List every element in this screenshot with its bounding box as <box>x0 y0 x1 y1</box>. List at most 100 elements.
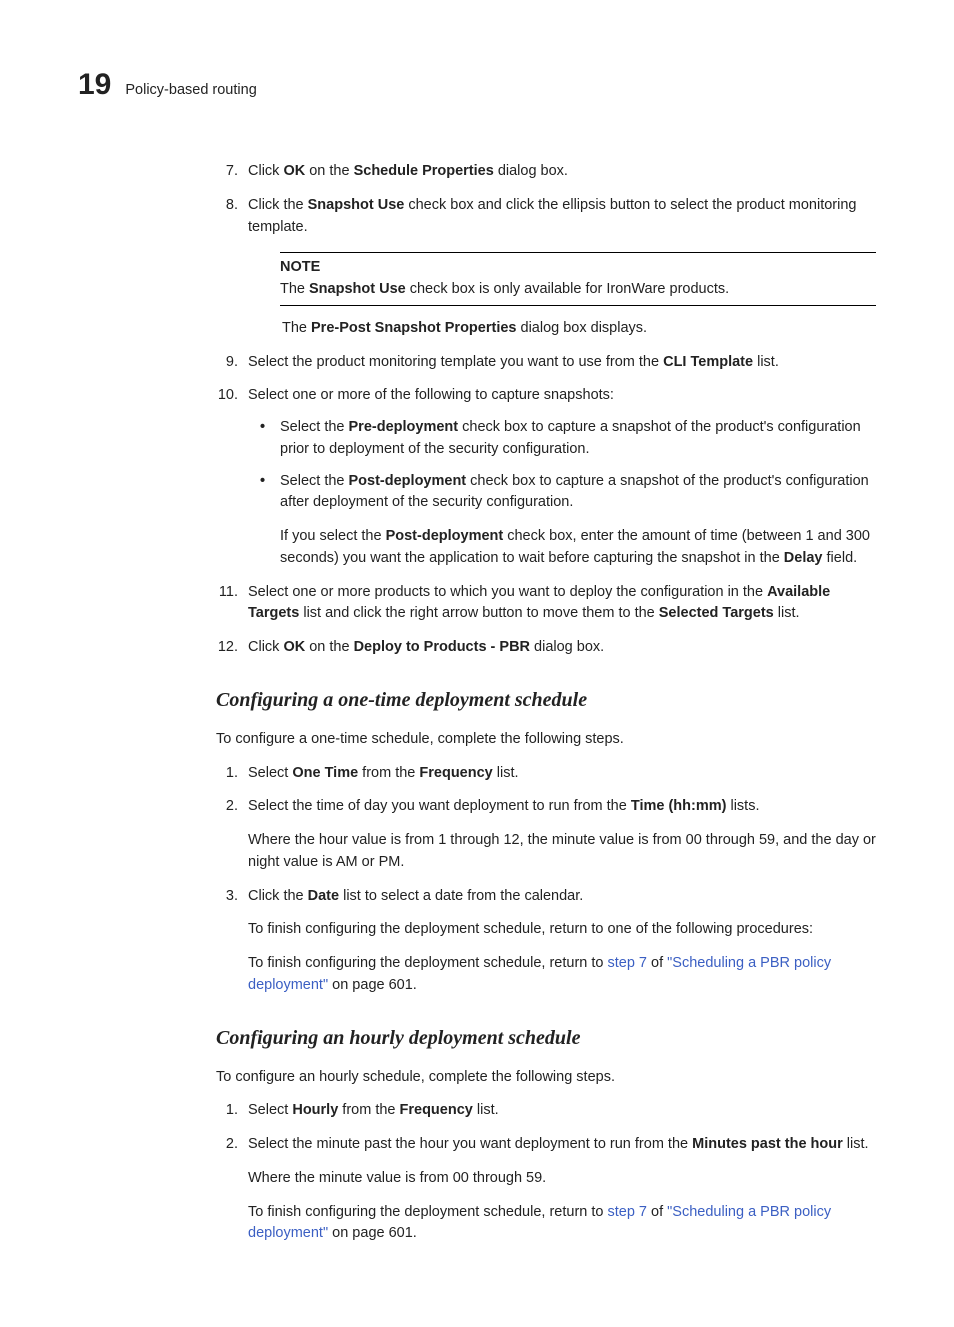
note-body: The Snapshot Use check box is only avail… <box>280 279 876 301</box>
text: of <box>647 955 667 971</box>
bold: CLI Template <box>663 354 753 370</box>
page-header: 19 Policy-based routing <box>78 62 876 107</box>
text: from the <box>338 1102 399 1118</box>
text: Click <box>248 163 283 179</box>
note-rule-top <box>280 252 876 253</box>
bold: OK <box>283 639 305 655</box>
text: Select the <box>280 473 349 489</box>
text: Select <box>248 1102 292 1118</box>
step-text: Click OK on the Schedule Properties dial… <box>248 163 568 179</box>
step-text: Select one or more products to which you… <box>248 584 830 622</box>
note-rule-bottom <box>280 305 876 306</box>
section-title: Policy-based routing <box>125 80 256 102</box>
sub-para: To finish configuring the deployment sch… <box>248 919 876 941</box>
text: Select the minute past the hour you want… <box>248 1136 692 1152</box>
text: Select one or more products to which you… <box>248 584 767 600</box>
bold: Minutes past the hour <box>692 1136 843 1152</box>
text: list and click the right arrow button to… <box>299 605 658 621</box>
step-number: 11. <box>216 582 238 604</box>
step-number: 7. <box>216 161 238 183</box>
s1-step-2: 2. Select the time of day you want deplo… <box>216 796 876 873</box>
text: lists. <box>726 798 759 814</box>
s2-step-1: 1. Select Hourly from the Frequency list… <box>216 1100 876 1122</box>
text: field. <box>823 550 858 566</box>
bold: Delay <box>784 550 823 566</box>
link-step7[interactable]: step 7 <box>608 955 648 971</box>
text: Select <box>248 765 292 781</box>
text: on page 601. <box>328 977 417 993</box>
bullet-list: Select the Pre-deployment check box to c… <box>248 417 876 570</box>
text: on the <box>305 639 353 655</box>
step-number: 2. <box>216 796 238 818</box>
text: dialog box displays. <box>516 320 647 336</box>
text: check box is only available for IronWare… <box>406 281 729 297</box>
text: To finish configuring the deployment sch… <box>248 955 608 971</box>
step-text: Click the Date list to select a date fro… <box>248 888 583 904</box>
step-text: Select the minute past the hour you want… <box>248 1136 869 1152</box>
bold: Deploy to Products - PBR <box>354 639 530 655</box>
text: To finish configuring the deployment sch… <box>248 1204 608 1220</box>
step-text: Click the Snapshot Use check box and cli… <box>248 197 857 235</box>
section2-steps: 1. Select Hourly from the Frequency list… <box>216 1100 876 1245</box>
bold: Time (hh:mm) <box>631 798 727 814</box>
step-10: 10. Select one or more of the following … <box>216 385 876 569</box>
text: Select the <box>280 419 349 435</box>
heading-hourly: Configuring an hourly deployment schedul… <box>216 1023 876 1053</box>
step-text: Select Hourly from the Frequency list. <box>248 1102 499 1118</box>
text: list. <box>473 1102 499 1118</box>
bullet-sub: If you select the Post-deployment check … <box>280 526 876 570</box>
step-text: Select one or more of the following to c… <box>248 387 614 403</box>
text: The <box>282 320 311 336</box>
bold: OK <box>283 163 305 179</box>
step-7: 7. Click OK on the Schedule Properties d… <box>216 161 876 183</box>
s2-step-2: 2. Select the minute past the hour you w… <box>216 1134 876 1245</box>
bold: Frequency <box>419 765 492 781</box>
text: Click the <box>248 197 308 213</box>
section1-intro: To configure a one-time schedule, comple… <box>216 729 876 751</box>
step-number: 9. <box>216 352 238 374</box>
text: If you select the <box>280 528 386 544</box>
bullet-item: Select the Pre-deployment check box to c… <box>248 417 876 461</box>
chapter-number: 19 <box>78 62 111 107</box>
text: on the <box>305 163 353 179</box>
step-12: 12. Click OK on the Deploy to Products -… <box>216 637 876 659</box>
step-text: Select the product monitoring template y… <box>248 354 779 370</box>
text: dialog box. <box>494 163 568 179</box>
bold: Pre-Post Snapshot Properties <box>311 320 516 336</box>
step-11: 11. Select one or more products to which… <box>216 582 876 626</box>
bold: Hourly <box>292 1102 338 1118</box>
step-number: 1. <box>216 1100 238 1122</box>
text: list. <box>493 765 519 781</box>
step-number: 10. <box>216 385 238 407</box>
text: on page 601. <box>328 1225 417 1241</box>
step-text: Select the time of day you want deployme… <box>248 798 759 814</box>
s1-step-3: 3. Click the Date list to select a date … <box>216 886 876 997</box>
step-number: 2. <box>216 1134 238 1156</box>
sub-para: Where the hour value is from 1 through 1… <box>248 830 876 874</box>
step-9: 9. Select the product monitoring templat… <box>216 352 876 374</box>
bold: Pre-deployment <box>349 419 459 435</box>
note-block: NOTE The Snapshot Use check box is only … <box>280 252 876 306</box>
text: list. <box>753 354 779 370</box>
bold: Date <box>308 888 339 904</box>
sub-para-link: To finish configuring the deployment sch… <box>248 953 876 997</box>
section1-steps: 1. Select One Time from the Frequency li… <box>216 763 876 997</box>
bold: Schedule Properties <box>354 163 494 179</box>
text: Click <box>248 639 283 655</box>
bullet-item: Select the Post-deployment check box to … <box>248 471 876 570</box>
step-number: 8. <box>216 195 238 217</box>
bold: Frequency <box>400 1102 473 1118</box>
s1-step-1: 1. Select One Time from the Frequency li… <box>216 763 876 785</box>
bold: Snapshot Use <box>308 197 405 213</box>
text: list. <box>774 605 800 621</box>
step-number: 12. <box>216 637 238 659</box>
text: The <box>280 281 309 297</box>
text: dialog box. <box>530 639 604 655</box>
bold: Snapshot Use <box>309 281 406 297</box>
sub-para: Where the minute value is from 00 throug… <box>248 1168 876 1190</box>
sub-para-link: To finish configuring the deployment sch… <box>248 1202 876 1246</box>
bold: Selected Targets <box>659 605 774 621</box>
bold: Post-deployment <box>349 473 467 489</box>
link-step7[interactable]: step 7 <box>608 1204 648 1220</box>
bold: One Time <box>292 765 358 781</box>
